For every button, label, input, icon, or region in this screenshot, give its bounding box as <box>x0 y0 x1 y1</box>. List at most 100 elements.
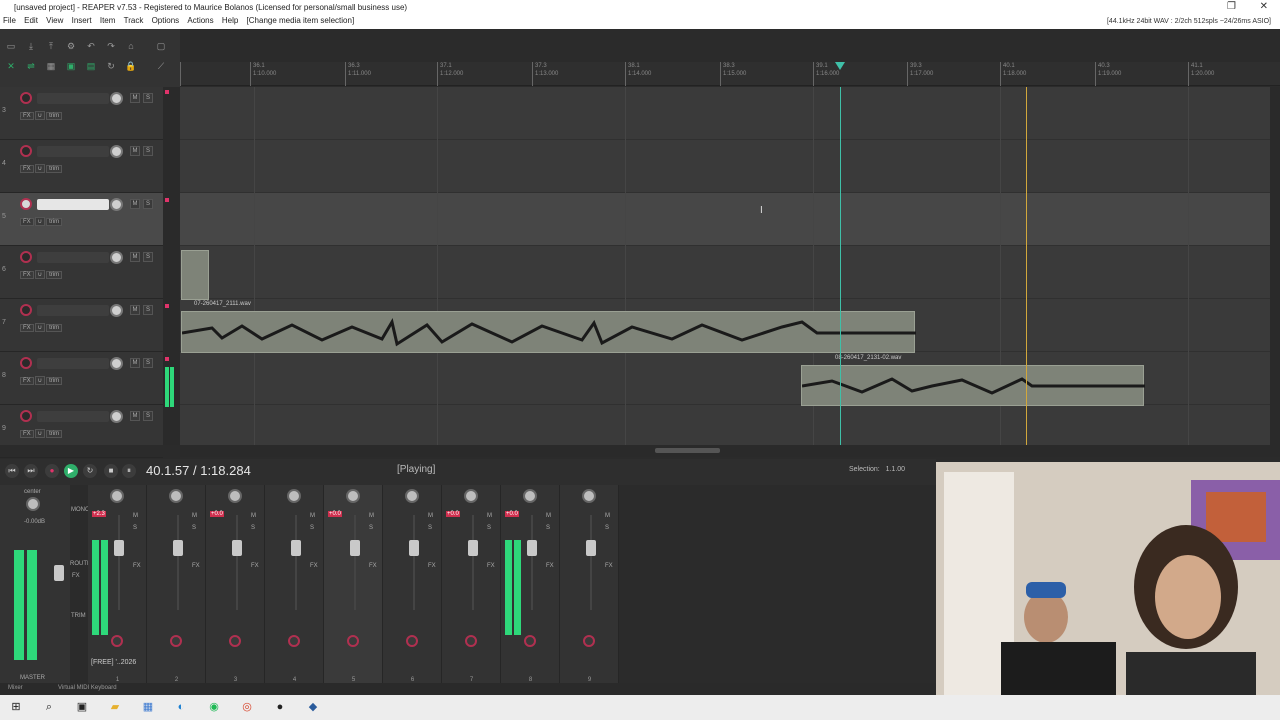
pan-knob[interactable] <box>110 489 124 503</box>
track-header[interactable]: 5 M S FX ∪ trim <box>0 193 163 246</box>
grid-snap-icon[interactable]: ✕ <box>4 60 18 72</box>
metronome-icon[interactable]: ⌂ <box>124 40 138 52</box>
chrome-icon[interactable]: ◎ <box>240 700 254 714</box>
mute-button[interactable]: M <box>130 305 140 315</box>
automation-button[interactable]: trim <box>46 271 63 279</box>
track-lane[interactable] <box>180 140 1270 193</box>
master-mono[interactable]: MONO <box>71 507 90 513</box>
fx-button[interactable]: FX <box>20 324 34 332</box>
media-item-stub[interactable] <box>181 250 209 300</box>
track-lane[interactable] <box>180 246 1270 299</box>
menu-help[interactable]: Help <box>219 15 241 26</box>
track-name-field[interactable] <box>37 252 109 263</box>
solo-button[interactable]: S <box>143 146 153 156</box>
record-icon[interactable]: ● <box>45 464 59 478</box>
fx-button[interactable]: FX <box>20 165 34 173</box>
close-icon[interactable]: ✕ <box>1260 1 1268 12</box>
track-name-field[interactable] <box>37 199 109 210</box>
mute-button[interactable]: M <box>369 513 374 519</box>
track-name-field[interactable] <box>37 305 109 316</box>
record-arm-icon[interactable] <box>20 357 32 369</box>
pan-knob[interactable] <box>346 489 360 503</box>
track-lane[interactable] <box>180 193 1270 246</box>
volume-fader[interactable] <box>232 540 242 556</box>
fx-button[interactable]: FX <box>192 563 200 569</box>
mute-button[interactable]: M <box>251 513 256 519</box>
lock-icon[interactable]: 🔒 <box>124 60 138 72</box>
mute-button[interactable]: M <box>133 513 138 519</box>
volume-knob[interactable] <box>110 357 123 370</box>
mute-button[interactable]: M <box>130 93 140 103</box>
repeat-icon[interactable]: ↻ <box>83 464 97 478</box>
scroll-thumb[interactable] <box>655 448 720 453</box>
go-to-end-icon[interactable]: ⏭ <box>24 464 38 478</box>
vertical-scrollbar[interactable] <box>1270 87 1280 445</box>
menu-view[interactable]: View <box>43 15 66 26</box>
record-arm-icon[interactable] <box>229 635 241 647</box>
phase-icon[interactable]: ∪ <box>34 429 46 438</box>
mute-button[interactable]: M <box>487 513 492 519</box>
master-fx[interactable]: FX <box>72 573 80 579</box>
mute-button[interactable]: M <box>546 513 551 519</box>
restore-icon[interactable]: ❐ <box>1227 1 1236 12</box>
record-arm-icon[interactable] <box>524 635 536 647</box>
undo-icon[interactable]: ↶ <box>84 40 98 52</box>
go-to-start-icon[interactable]: ⏮ <box>5 464 19 478</box>
automation-button[interactable]: trim <box>46 324 63 332</box>
mute-button[interactable]: M <box>130 411 140 421</box>
mute-button[interactable]: M <box>192 513 197 519</box>
timeline-ruler[interactable]: 36.1 1:10.000 36.3 1:11.000 37.1 1:12.000 37.3… <box>180 62 1280 86</box>
mute-button[interactable]: M <box>130 252 140 262</box>
horizontal-scrollbar[interactable] <box>180 445 1280 457</box>
volume-fader[interactable] <box>468 540 478 556</box>
automation-button[interactable]: trim <box>46 430 63 438</box>
fx-button[interactable]: FX <box>251 563 259 569</box>
photoshop-icon[interactable]: ◆ <box>306 700 320 714</box>
menu-file[interactable]: File <box>0 15 19 26</box>
automation-button[interactable]: trim <box>46 112 63 120</box>
windows-icon[interactable]: ⊞ <box>9 700 23 714</box>
phase-icon[interactable]: ∪ <box>34 323 46 332</box>
solo-button[interactable]: S <box>546 525 550 531</box>
menu-insert[interactable]: Insert <box>69 15 95 26</box>
mixer-tab[interactable]: Mixer <box>8 685 23 691</box>
volume-knob[interactable] <box>110 251 123 264</box>
pan-knob[interactable] <box>228 489 242 503</box>
ripple-icon[interactable]: ⇌ <box>24 60 38 72</box>
new-project-icon[interactable]: ▭ <box>4 40 18 52</box>
solo-button[interactable]: S <box>143 411 153 421</box>
record-arm-icon[interactable] <box>20 145 32 157</box>
fx-button[interactable]: FX <box>20 377 34 385</box>
track-header[interactable]: 9 M S FX ∪ trim <box>0 405 163 458</box>
record-arm-icon[interactable] <box>465 635 477 647</box>
volume-fader[interactable] <box>586 540 596 556</box>
fx-button[interactable]: FX <box>20 112 34 120</box>
pan-knob[interactable] <box>582 489 596 503</box>
volume-knob[interactable] <box>110 198 123 211</box>
automation-button[interactable]: trim <box>46 165 63 173</box>
arrange-view[interactable]: 07-260417_2111.wav 08-260417_2131-02.wav… <box>180 87 1270 445</box>
solo-button[interactable]: S <box>310 525 314 531</box>
fx-button[interactable]: FX <box>605 563 613 569</box>
redo-icon[interactable]: ↷ <box>104 40 118 52</box>
record-arm-icon[interactable] <box>20 410 32 422</box>
task-view-icon[interactable]: ▣ <box>75 700 89 714</box>
master-trim[interactable]: TRIM <box>71 613 86 619</box>
item-grouping-icon[interactable]: ▣ <box>64 60 78 72</box>
fx-button[interactable]: FX <box>428 563 436 569</box>
solo-button[interactable]: S <box>251 525 255 531</box>
reaper-icon[interactable]: ● <box>273 700 287 714</box>
phase-icon[interactable]: ∪ <box>34 111 46 120</box>
mute-button[interactable]: M <box>428 513 433 519</box>
record-arm-icon[interactable] <box>20 251 32 263</box>
fx-button[interactable]: FX <box>20 218 34 226</box>
track-header[interactable]: 7 M S FX ∪ trim <box>0 299 163 352</box>
solo-button[interactable]: S <box>143 305 153 315</box>
mute-button[interactable]: M <box>310 513 315 519</box>
volume-fader[interactable] <box>409 540 419 556</box>
fx-button[interactable]: FX <box>546 563 554 569</box>
menu-item[interactable]: Item <box>97 15 119 26</box>
solo-button[interactable]: S <box>487 525 491 531</box>
track-lane[interactable] <box>180 405 1270 445</box>
volume-fader[interactable] <box>527 540 537 556</box>
